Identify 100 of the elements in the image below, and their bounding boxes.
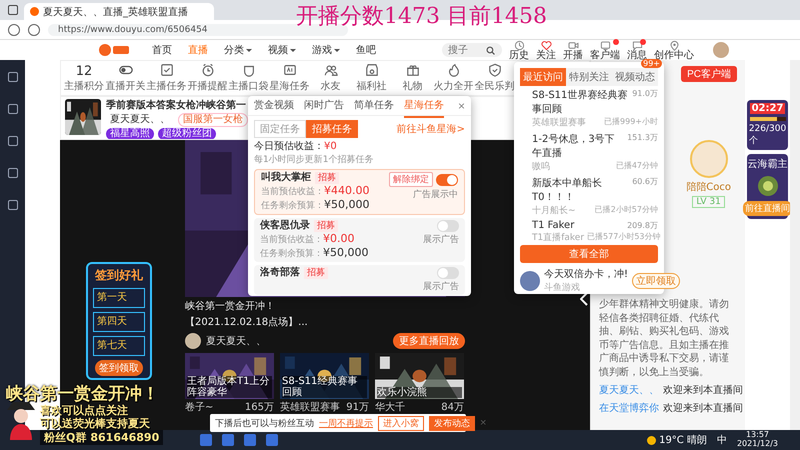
replay-title[interactable]: 【2021.12.02.18点场】... bbox=[185, 315, 308, 329]
starsea-link[interactable]: 前往斗鱼星海> bbox=[396, 122, 465, 136]
people-icon bbox=[324, 63, 338, 77]
popup-tab[interactable]: 视频动态 bbox=[612, 68, 658, 86]
stream-title: 季前赛版本答案女枪冲峡谷第一 bbox=[106, 99, 247, 112]
pc-client-button[interactable]: PC客户端 bbox=[681, 66, 737, 82]
sidebar-icon[interactable] bbox=[8, 72, 18, 82]
unbind-button[interactable]: 解除绑定 bbox=[389, 172, 433, 187]
popup-tab[interactable]: 简单任务 bbox=[354, 98, 394, 118]
clock-icon bbox=[514, 40, 524, 50]
dismiss-link[interactable]: 一周不再提示 bbox=[319, 416, 373, 430]
toolbar-label[interactable]: 主播口袋 bbox=[228, 79, 268, 93]
nav-icon-label[interactable]: 关注 bbox=[536, 50, 556, 60]
recruit-tag: 招募 bbox=[304, 267, 328, 279]
location-pin-icon bbox=[668, 40, 680, 50]
nav-item[interactable]: 分类 bbox=[224, 43, 252, 57]
streamer-name[interactable]: 夏天夏天、、 bbox=[206, 334, 388, 348]
search-field[interactable]: 搜子 bbox=[442, 43, 502, 57]
view-count: 84万 bbox=[441, 401, 464, 414]
nav-icon-label[interactable]: 客户端 bbox=[590, 50, 620, 60]
history-item[interactable]: 1-2号休息，3号下午直播 151.3万 嗷呜 已播47分钟 bbox=[520, 130, 658, 174]
history-item[interactable]: T1 Faker 209.8万 T1直播faker 已播577小时53分钟 bbox=[520, 218, 658, 245]
nav-icon-label[interactable]: 消息 bbox=[627, 50, 647, 60]
streamer-name[interactable]: 夏天夏天、、 bbox=[106, 114, 174, 126]
nav-item[interactable]: 视频 bbox=[268, 43, 296, 57]
toggle-switch[interactable] bbox=[437, 220, 459, 232]
qq-group-number: 861646890 bbox=[90, 431, 160, 444]
heat-count: 91.0万 bbox=[632, 88, 658, 100]
income-line: 当前预估收益：¥440.00 bbox=[261, 185, 370, 198]
popup-tab[interactable]: 闲时广告 bbox=[304, 98, 344, 118]
window-menu-icon[interactable] bbox=[8, 5, 18, 15]
toggle-icon bbox=[118, 63, 132, 77]
anchor-name[interactable]: 陪陪Coco bbox=[686, 180, 731, 194]
close-button[interactable]: × bbox=[458, 99, 465, 117]
nav-icon-label[interactable]: 历史 bbox=[509, 50, 529, 60]
room-title: 1-2号休息，3号下午直播 bbox=[532, 132, 616, 160]
thumbnail-caption[interactable]: S8-S11经典赛事回顾 bbox=[282, 376, 367, 398]
view-count: 165万 bbox=[244, 401, 274, 414]
popup-tab[interactable]: 赏金视频 bbox=[254, 98, 294, 118]
shop-icon bbox=[364, 63, 378, 77]
thumbnail-caption[interactable]: 欢乐小浣熊 bbox=[377, 387, 462, 398]
caret-icon bbox=[334, 48, 340, 52]
checkin-day: 第七天 bbox=[93, 336, 145, 356]
sun-icon bbox=[647, 436, 656, 444]
progress-text: 226/300个 bbox=[748, 124, 786, 147]
video-caption: 峡谷第一赏金开冲！ bbox=[185, 300, 275, 313]
event-ad[interactable]: 02:27 226/300个 bbox=[747, 100, 788, 150]
history-item[interactable]: 新版本中单船长T0！！！ 60.6万 十月船长~ 已播2小时57分钟 bbox=[520, 174, 658, 218]
toolbar-label[interactable]: 火力全开 bbox=[434, 79, 474, 93]
scrollbar[interactable] bbox=[790, 60, 800, 430]
toolbar-label[interactable]: 主播任务 bbox=[146, 79, 186, 93]
qq-group-label: 粉丝Q群 bbox=[44, 430, 86, 445]
sidebar-icon[interactable] bbox=[8, 168, 18, 178]
toolbar-label[interactable]: 开播提醒 bbox=[188, 79, 228, 93]
history-item[interactable]: S8-S11世界赛经典赛事回顾 91.0万 英雄联盟赛事 已播999+小时 bbox=[520, 86, 658, 130]
stream-status: 已播577小时53分钟 bbox=[587, 231, 660, 243]
room-title: T1 Faker bbox=[532, 220, 574, 231]
task-name: 叫我大掌柜 bbox=[261, 172, 311, 184]
popup-tab[interactable]: 特别关注 bbox=[566, 68, 612, 86]
toolbar-label[interactable]: 水友 bbox=[320, 79, 340, 93]
checkin-title: 签到好礼 bbox=[95, 267, 143, 284]
toolbar-label[interactable]: 全民乐判 bbox=[474, 79, 514, 93]
thumbnail-caption[interactable]: 王者局版本T1上分阵容豪华 bbox=[187, 376, 272, 398]
notice-text: 下播后也可以与粉丝互动 bbox=[215, 418, 314, 430]
nav-icon-label[interactable]: 创作中心 bbox=[654, 50, 694, 60]
sidebar-icon[interactable] bbox=[8, 200, 18, 210]
promo-avatar bbox=[520, 270, 540, 290]
toolbar-label[interactable]: 福利社 bbox=[356, 79, 386, 93]
logo-icon[interactable] bbox=[98, 43, 130, 57]
toolbar-label[interactable]: 礼物 bbox=[402, 79, 422, 93]
badge[interactable]: 超级粉丝团 bbox=[158, 128, 216, 139]
thumbnail-author: 英雄联盟赛事 bbox=[280, 400, 340, 414]
system-clock[interactable]: 13:57 2021/12/3 bbox=[736, 431, 778, 449]
weather-text[interactable]: 19°C 晴朗 bbox=[659, 433, 707, 447]
promo-title: 今天双倍办卡，冲! bbox=[544, 268, 628, 281]
thumbnail-author: 华大千 bbox=[375, 400, 405, 414]
countdown-timer: 02:27 bbox=[750, 103, 786, 114]
toolbar-label[interactable]: 直播开关 bbox=[106, 79, 146, 93]
sidebar-icon[interactable] bbox=[8, 136, 18, 146]
browser-tab[interactable]: 夏天夏天、、直播_英雄联盟直播 bbox=[24, 3, 214, 20]
popup-tab[interactable]: 星海任务 bbox=[404, 98, 444, 118]
toggle-switch[interactable] bbox=[436, 174, 458, 186]
toolbar-label[interactable]: 星海任务 bbox=[270, 79, 310, 93]
nav-icon-label[interactable]: 开播 bbox=[563, 50, 583, 60]
badge[interactable]: 福星高照 bbox=[106, 128, 154, 139]
ad-title: 云海霸主 bbox=[748, 158, 788, 171]
nav-item[interactable]: 鱼吧 bbox=[356, 43, 376, 57]
enter-home-button[interactable]: 进入小窝 bbox=[378, 416, 424, 430]
ad-status: 展示广告 bbox=[423, 234, 459, 246]
input-method[interactable]: 中 bbox=[716, 433, 727, 447]
nav-item[interactable]: 游戏 bbox=[312, 43, 340, 57]
pocket-icon bbox=[242, 63, 256, 77]
toggle-switch[interactable] bbox=[437, 267, 459, 279]
budget-line: 任务剩余预算：¥50,000 bbox=[261, 199, 370, 212]
checkin-day: 第四天 bbox=[93, 312, 145, 332]
task-note: 每1小时同步更新1个招募任务 bbox=[253, 154, 374, 166]
sidebar-icon[interactable] bbox=[8, 104, 18, 114]
heat-count: 60.6万 bbox=[632, 176, 658, 188]
checkin-button[interactable]: 签到领取 bbox=[95, 360, 143, 376]
nav-item[interactable]: 首页 bbox=[152, 43, 172, 57]
